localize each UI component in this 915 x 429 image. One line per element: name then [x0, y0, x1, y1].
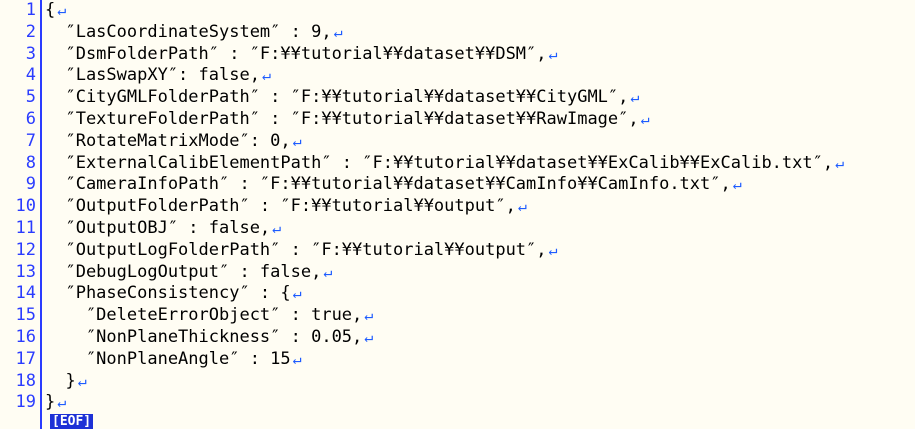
code-line[interactable]: 6 ″TextureFolderPath″ : ″F:¥¥tutorial¥¥d… — [26, 109, 915, 131]
line-text[interactable]: } ↵ — [45, 392, 66, 414]
code-line[interactable]: 18 } ↵ — [16, 370, 915, 393]
line-number: 10 — [15, 196, 36, 217]
line-number: 13 — [15, 261, 36, 282]
code-line[interactable]: 5 ″CityGMLFolderPath″ : ″F:¥¥tutorial¥¥d… — [26, 87, 915, 109]
line-number: 12 — [15, 239, 36, 260]
line-number: 8 — [25, 152, 36, 173]
line-text[interactable]: ″CityGMLFolderPath″ : ″F:¥¥tutorial¥¥dat… — [45, 87, 639, 109]
return-arrow-icon: ↵ — [77, 371, 87, 390]
code-line[interactable]: 12 ″OutputLogFolderPath″ : ″F:¥¥tutorial… — [16, 239, 915, 262]
line-number: 1 — [25, 0, 36, 20]
return-arrow-icon: ↵ — [57, 393, 67, 412]
line-number: 17 — [15, 348, 36, 369]
return-arrow-icon: ↵ — [323, 262, 333, 281]
code-line[interactable]: 16 ″NonPlaneThickness″ : 0.05, ↵ — [16, 327, 915, 349]
line-number: 19 — [15, 392, 36, 413]
return-arrow-icon: ↵ — [548, 240, 558, 259]
code-line[interactable]: 11 ″OutputOBJ″ : false, ↵ — [16, 218, 915, 240]
return-arrow-icon: ↵ — [835, 153, 845, 172]
line-text[interactable]: ″PhaseConsistency″ : {↵ — [45, 283, 302, 305]
line-content: ″DsmFolderPath″ : ″F:¥¥tutorial¥¥dataset… — [45, 43, 547, 64]
line-number: 14 — [15, 283, 36, 304]
line-number: 16 — [15, 327, 36, 347]
code-line[interactable]: 17 ″NonPlaneAngle″ : 15 ↵ — [16, 349, 915, 371]
code-line[interactable]: 14 ″PhaseConsistency″ : {↵ — [16, 283, 915, 305]
return-arrow-icon: ↵ — [292, 131, 302, 150]
line-number: 9 — [25, 174, 36, 195]
line-content: ″OutputOBJ″ : false, — [45, 218, 271, 238]
line-text[interactable]: ″CameraInfoPath″ : ″F:¥¥tutorial¥¥datase… — [45, 174, 742, 196]
line-number: 3 — [25, 43, 36, 64]
return-arrow-icon: ↵ — [292, 349, 302, 368]
line-number: 18 — [15, 370, 36, 391]
line-content: ″CameraInfoPath″ : ″F:¥¥tutorial¥¥datase… — [45, 174, 731, 195]
line-content: ″DebugLogOutput″ : false, — [45, 261, 322, 282]
line-number: 11 — [15, 218, 36, 238]
code-line[interactable]: 13 ″DebugLogOutput″ : false, ↵ — [16, 262, 915, 284]
line-content: { — [45, 0, 56, 20]
line-text[interactable]: ″OutputOBJ″ : false, ↵ — [45, 218, 281, 240]
line-content: ″CityGMLFolderPath″ : ″F:¥¥tutorial¥¥dat… — [45, 87, 629, 108]
line-text[interactable]: ″DsmFolderPath″ : ″F:¥¥tutorial¥¥dataset… — [45, 43, 558, 66]
line-text[interactable]: ″OutputLogFolderPath″ : ″F:¥¥tutorial¥¥o… — [45, 239, 558, 262]
line-content: ″TextureFolderPath″ : ″F:¥¥tutorial¥¥dat… — [45, 109, 639, 129]
return-arrow-icon: ↵ — [292, 284, 302, 303]
return-arrow-icon: ↵ — [732, 175, 742, 194]
code-line[interactable]: 8 ″ExternalCalibElementPath″ : ″F:¥¥tuto… — [26, 153, 915, 175]
code-line[interactable]: 10 ″OutputFolderPath″ : ″F:¥¥tutorial¥¥o… — [16, 196, 915, 218]
return-arrow-icon: ↵ — [548, 44, 558, 63]
eof-marker: [EOF] — [50, 414, 94, 429]
line-content: ″PhaseConsistency″ : { — [45, 283, 291, 304]
line-content: } — [45, 370, 76, 391]
line-number: 7 — [25, 130, 36, 151]
line-text[interactable]: ″NonPlaneThickness″ : 0.05, ↵ — [45, 327, 373, 349]
line-number: 5 — [25, 87, 36, 108]
line-text[interactable]: ″ExternalCalibElementPath″ : ″F:¥¥tutori… — [45, 153, 844, 175]
line-content: ″NonPlaneThickness″ : 0.05, — [45, 327, 363, 347]
line-content: ″LasCoordinateSystem″ : 9, — [45, 21, 332, 42]
line-content: } — [45, 392, 56, 413]
return-arrow-icon: ↵ — [57, 1, 67, 19]
line-text[interactable]: ″DeleteErrorObject″ : true, ↵ — [45, 305, 373, 327]
line-number: 2 — [25, 21, 36, 42]
return-arrow-icon: ↵ — [364, 328, 374, 346]
line-content: ″OutputLogFolderPath″ : ″F:¥¥tutorial¥¥o… — [45, 239, 547, 260]
line-content: ″ExternalCalibElementPath″ : ″F:¥¥tutori… — [45, 152, 834, 173]
code-line[interactable]: 15 ″DeleteErrorObject″ : true, ↵ — [16, 305, 915, 327]
return-arrow-icon: ↵ — [272, 219, 282, 237]
line-content: ″OutputFolderPath″ : ″F:¥¥tutorial¥¥outp… — [45, 196, 516, 217]
return-arrow-icon: ↵ — [630, 88, 640, 107]
line-text[interactable]: ″RotateMatrixMode″: 0, ↵ — [45, 130, 302, 153]
return-arrow-icon: ↵ — [261, 66, 271, 85]
code-line[interactable]: 3 ″DsmFolderPath″ : ″F:¥¥tutorial¥¥datas… — [26, 43, 915, 66]
line-number: 4 — [25, 65, 36, 86]
return-arrow-icon: ↵ — [333, 22, 343, 41]
return-arrow-icon: ↵ — [364, 306, 374, 325]
return-arrow-icon: ↵ — [517, 197, 527, 216]
code-line[interactable]: 4 ″LasSwapXY″: false, ↵ — [26, 65, 915, 87]
line-text[interactable]: ″OutputFolderPath″ : ″F:¥¥tutorial¥¥outp… — [45, 196, 527, 218]
line-content: ″DeleteErrorObject″ : true, — [45, 305, 363, 326]
line-content: ″NonPlaneAngle″ : 15 — [45, 348, 291, 369]
code-line[interactable]: 2 ″LasCoordinateSystem″ : 9, ↵ — [26, 21, 915, 44]
line-content: ″RotateMatrixMode″: 0, — [45, 130, 291, 151]
code-line[interactable]: 7 ″RotateMatrixMode″: 0, ↵ — [26, 130, 915, 153]
return-arrow-icon: ↵ — [640, 110, 650, 128]
line-text[interactable]: ″TextureFolderPath″ : ″F:¥¥tutorial¥¥dat… — [45, 109, 650, 131]
code-area[interactable]: 1{↵ 2 ″LasCoordinateSystem″ : 9, ↵ 3 ″DsmFo… — [16, 0, 915, 429]
line-number: 15 — [15, 305, 36, 326]
line-text[interactable]: ″DebugLogOutput″ : false, ↵ — [45, 262, 332, 284]
line-text[interactable]: } ↵ — [45, 370, 87, 393]
code-line[interactable]: 9 ″CameraInfoPath″ : ″F:¥¥tutorial¥¥data… — [26, 174, 915, 196]
line-text[interactable]: ″NonPlaneAngle″ : 15 ↵ — [45, 349, 302, 371]
line-text[interactable]: ″LasSwapXY″: false, ↵ — [45, 65, 271, 87]
line-text[interactable]: ″LasCoordinateSystem″ : 9, ↵ — [45, 21, 343, 44]
line-number: 6 — [25, 109, 36, 129]
code-line[interactable]: 19} ↵ — [16, 392, 915, 414]
text-editor[interactable]: 1{↵ 2 ″LasCoordinateSystem″ : 9, ↵ 3 ″DsmFo… — [0, 0, 915, 429]
line-content: ″LasSwapXY″: false, — [45, 65, 260, 86]
line-text[interactable]: {↵ — [45, 0, 66, 22]
code-line[interactable]: 1 {↵ — [26, 0, 915, 22]
